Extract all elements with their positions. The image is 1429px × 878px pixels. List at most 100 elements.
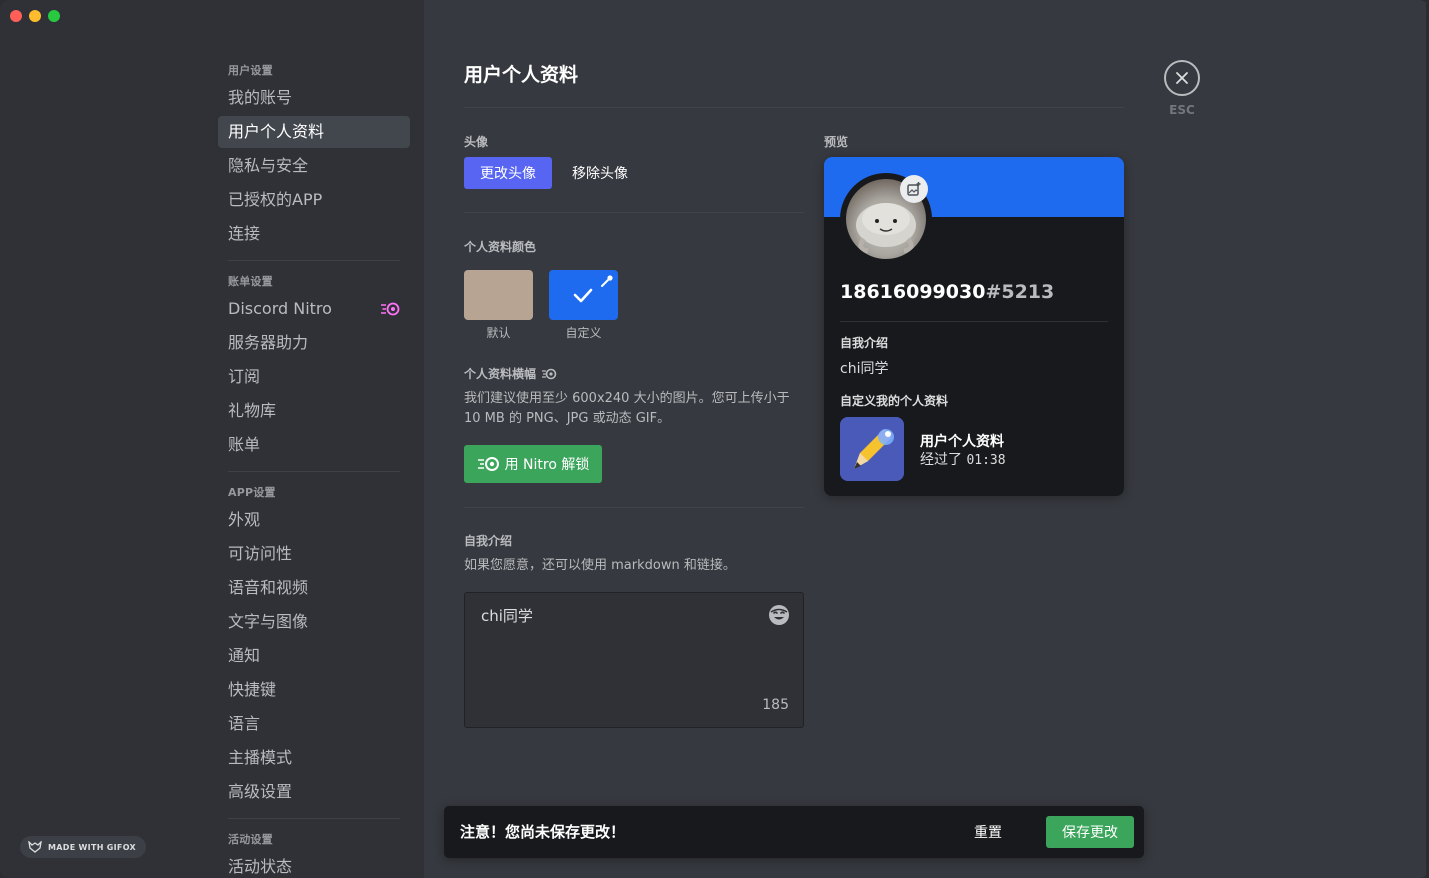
profile-banner-label: 个人资料横幅: [464, 365, 557, 382]
profile-settings-panel: 用户个人资料 头像 更改头像 移除头像 个人资料颜色 默认 自定义 个人资料横幅: [464, 0, 1124, 878]
about-me-text: chi同学: [840, 361, 889, 377]
emoji-picker-icon[interactable]: [767, 603, 791, 627]
nav-section-header: 账单设置: [228, 275, 273, 288]
sidebar-item-label: 服务器助力: [228, 333, 309, 352]
gifox-badge[interactable]: MADE WITH GIFOX: [20, 836, 146, 858]
preview-label: 预览: [824, 135, 849, 149]
sidebar-item-label: 语音和视频: [228, 578, 309, 597]
sidebar-item[interactable]: 连接: [218, 218, 410, 250]
customize-profile-label: 自定义我的个人资料: [840, 394, 949, 408]
sidebar-item-label: 活动状态: [228, 857, 293, 876]
unlock-with-nitro-button[interactable]: 用 Nitro 解锁: [464, 445, 602, 483]
sidebar-item[interactable]: 账单: [218, 429, 410, 461]
minimize-window-button[interactable]: [29, 10, 41, 22]
activity-icon: [840, 417, 904, 481]
sidebar-item[interactable]: 文字与图像: [218, 606, 410, 638]
gifox-logo-icon: [28, 841, 42, 853]
sidebar-item[interactable]: 用户个人资料: [218, 116, 410, 148]
esc-label: ESC: [1169, 103, 1195, 117]
gifox-badge-text: MADE WITH GIFOX: [48, 842, 136, 852]
nav-separator: [228, 818, 400, 819]
nav-separator: [228, 471, 400, 472]
avatar-divider: [464, 212, 804, 213]
sidebar-item[interactable]: 服务器助力: [218, 327, 410, 359]
nav-section-header: 活动设置: [228, 833, 273, 846]
profile-banner-label-text: 个人资料横幅: [464, 367, 537, 381]
username: 18616099030#5213: [840, 281, 1054, 303]
bio-textarea-value: chi同学: [481, 607, 533, 625]
sidebar-item[interactable]: 快捷键: [218, 674, 410, 706]
sidebar-item-label: 用户个人资料: [228, 122, 325, 141]
sidebar-item-label: 已授权的APP: [228, 190, 323, 209]
banner-divider: [464, 507, 804, 508]
close-settings-button[interactable]: [1164, 60, 1200, 96]
sidebar-item[interactable]: 隐私与安全: [218, 150, 410, 182]
page-title: 用户个人资料: [464, 64, 579, 86]
sidebar-item-label: Discord Nitro: [228, 299, 332, 318]
close-window-button[interactable]: [10, 10, 22, 22]
sidebar-item[interactable]: 外观: [218, 504, 410, 536]
sidebar-item[interactable]: 可访问性: [218, 538, 410, 570]
sidebar-item-label: 外观: [228, 510, 261, 529]
sidebar-item[interactable]: 高级设置: [218, 776, 410, 808]
sidebar-item-label: 连接: [228, 224, 261, 243]
card-divider: [840, 321, 1108, 322]
eyedropper-icon[interactable]: [600, 274, 614, 288]
settings-sidebar: 用户设置我的账号用户个人资料 隐私与安全已授权的APP 连接账单设置 Discord …: [0, 0, 424, 878]
sidebar-item[interactable]: 语音和视频: [218, 572, 410, 604]
sidebar-item-label: 高级设置: [228, 782, 293, 801]
sidebar-item-label: 订阅: [228, 367, 261, 386]
nav-section-header: 用户设置: [228, 64, 273, 77]
sidebar-item[interactable]: 活动状态: [218, 851, 410, 878]
sidebar-item[interactable]: 礼物库: [218, 395, 410, 427]
image-add-icon: [907, 182, 921, 196]
sidebar-item[interactable]: 已授权的APP: [218, 184, 410, 216]
sidebar-item-label: 我的账号: [228, 88, 293, 107]
window-controls: [10, 10, 60, 22]
custom-color-swatch[interactable]: [549, 270, 618, 320]
banner-description: 我们建议使用至少 600x240 大小的图片。您可上传小于 10 MB 的 PN…: [464, 391, 790, 426]
nav-separator: [228, 260, 400, 261]
sidebar-item[interactable]: 主播模式: [218, 742, 410, 774]
unsaved-changes-bar: 注意！您尚未保存更改！ 重置 保存更改: [444, 806, 1144, 858]
nav-section-header: APP设置: [228, 486, 276, 499]
sidebar-item[interactable]: Discord Nitro: [218, 293, 410, 325]
unsaved-changes-text: 注意！您尚未保存更改！: [460, 823, 626, 841]
title-divider: [464, 107, 1124, 108]
sidebar-item-label: 语言: [228, 714, 261, 733]
sidebar-item-label: 账单: [228, 435, 261, 454]
sidebar-item[interactable]: 我的账号: [218, 82, 410, 114]
sidebar-item-label: 礼物库: [228, 401, 277, 420]
bio-label: 自我介绍: [464, 534, 513, 548]
sidebar-item[interactable]: 通知: [218, 640, 410, 672]
save-changes-button[interactable]: 保存更改: [1046, 816, 1134, 848]
zoom-window-button[interactable]: [48, 10, 60, 22]
sidebar-item-label: 可访问性: [228, 544, 293, 563]
sidebar-item-label: 主播模式: [228, 748, 293, 767]
sidebar-item-label: 文字与图像: [228, 612, 309, 631]
activity-title: 用户个人资料: [920, 434, 1004, 450]
nitro-icon: [381, 302, 400, 316]
bio-textarea[interactable]: chi同学 185: [464, 592, 804, 728]
about-me-label: 自我介绍: [840, 336, 889, 350]
custom-color-label: 自定义: [565, 326, 602, 340]
sidebar-item[interactable]: 语言: [218, 708, 410, 740]
edit-avatar-button[interactable]: [900, 175, 928, 203]
default-color-swatch[interactable]: [464, 270, 533, 320]
app-window: 用户设置 我的账号 用户个人资料 隐私与安全 已授权的APP 连接 账单设置 Discord …: [0, 0, 1429, 878]
reset-button[interactable]: 重置: [974, 822, 1002, 842]
remove-avatar-button[interactable]: 移除头像: [560, 157, 640, 189]
sidebar-item[interactable]: 订阅: [218, 361, 410, 393]
nitro-icon: [477, 457, 499, 471]
activity-elapsed-time: 01:38: [966, 453, 1006, 468]
settings-nav: 用户设置我的账号用户个人资料 隐私与安全已授权的APP 连接账单设置 Discord …: [218, 56, 410, 878]
close-icon: [1176, 72, 1188, 84]
bio-character-count: 185: [762, 697, 789, 713]
username-name: 18616099030: [840, 281, 986, 303]
sidebar-item-label: 通知: [228, 646, 261, 665]
sidebar-item-label: 隐私与安全: [228, 156, 309, 175]
activity-elapsed: 经过了 01:38: [920, 449, 1006, 469]
change-avatar-button[interactable]: 更改头像: [464, 157, 552, 189]
profile-color-label: 个人资料颜色: [464, 240, 537, 254]
nitro-icon: [542, 368, 557, 379]
